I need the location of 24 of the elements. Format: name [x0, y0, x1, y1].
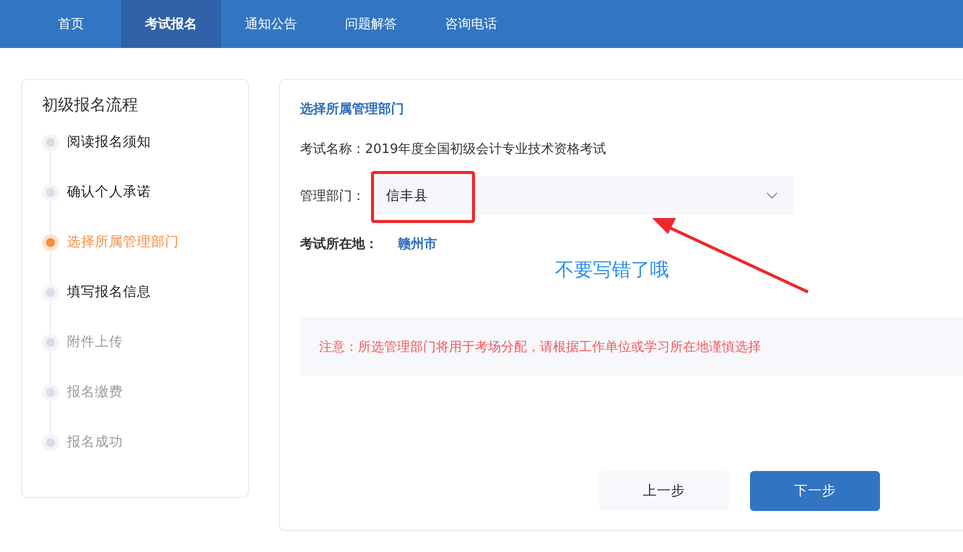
location-value: 赣州市	[398, 236, 437, 253]
chevron-down-icon	[766, 192, 778, 199]
step-label[interactable]: 阅读报名须知	[67, 134, 151, 151]
field-label: 管理部门：	[300, 188, 366, 204]
step-label[interactable]: 填写报名信息	[67, 284, 151, 301]
step-label[interactable]: 选择所属管理部门	[67, 234, 179, 251]
nav-tab[interactable]: 问题解答	[321, 0, 421, 48]
sidebar-title: 初级报名流程	[42, 95, 139, 116]
field-label: 考试所在地：	[300, 236, 379, 253]
step-label[interactable]: 附件上传	[67, 334, 123, 351]
nav-tab[interactable]: 考试报名	[121, 0, 221, 48]
notice-message: 注意：所选管理部门将用于考场分配，请根据工作单位或学习所在地谨慎选择	[300, 317, 963, 376]
previous-button[interactable]: 上一步	[599, 471, 729, 511]
exam-name: 考试名称：2019年度全国初级会计专业技术资格考试	[300, 141, 608, 158]
next-button[interactable]: 下一步	[750, 471, 880, 511]
section-heading: 选择所属管理部门	[300, 100, 405, 118]
nav-tab[interactable]: 通知公告	[221, 0, 321, 48]
annotation-note: 不要写错了哦	[555, 258, 669, 283]
step-label[interactable]: 确认个人承诺	[67, 184, 151, 201]
step-label[interactable]: 报名成功	[67, 434, 123, 451]
nav-tab[interactable]: 咨询电话	[421, 0, 521, 48]
step-label[interactable]: 报名缴费	[67, 384, 123, 401]
nav-tab[interactable]: 首页	[21, 0, 121, 48]
department-select[interactable]: 信丰县	[372, 176, 794, 215]
